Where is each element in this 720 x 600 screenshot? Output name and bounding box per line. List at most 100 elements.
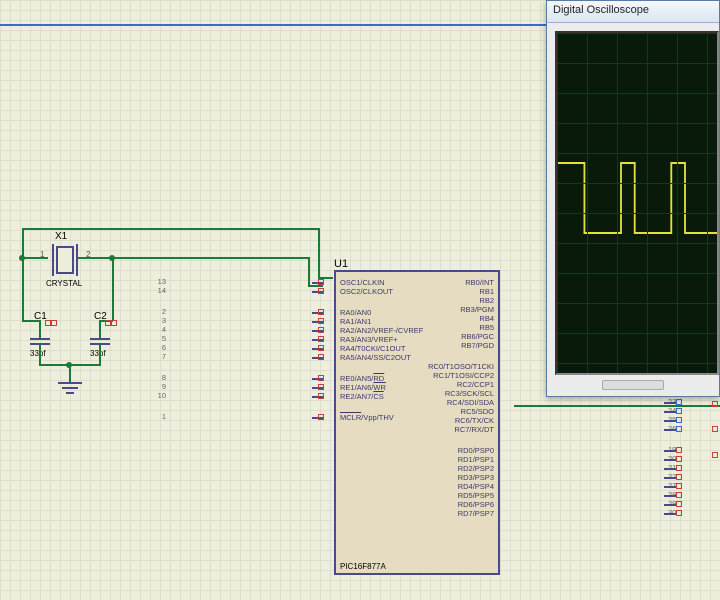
chip-pin-label: RD0/PSP0 <box>458 446 494 455</box>
wire <box>22 320 40 322</box>
chip-pin-label: RC2/CCP1 <box>457 380 494 389</box>
chip-pin-label: OSC1/CLKIN <box>340 278 385 287</box>
pin-marker <box>676 456 682 462</box>
crystal-type-label: CRYSTAL <box>46 279 82 288</box>
chip-pin-label: RA2/AN2/VREF-/CVREF <box>340 326 423 335</box>
chip-pin-stub <box>664 495 676 497</box>
chip-pin-stub <box>664 513 676 515</box>
chip-pin-stub <box>664 477 676 479</box>
ground-symbol[interactable] <box>55 382 85 394</box>
wire <box>39 344 41 364</box>
oscilloscope-window[interactable]: Digital Oscilloscope <box>546 0 720 397</box>
chip-pin-label: RD4/PSP4 <box>458 482 494 491</box>
chip-pin-label: RA0/AN0 <box>340 308 371 317</box>
chip-pin-label: RD5/PSP5 <box>458 491 494 500</box>
chip-pin-label: RC7/RX/DT <box>454 425 494 434</box>
oscilloscope-timebase-slider[interactable] <box>602 380 664 390</box>
chip-pin-number: 2 <box>162 307 166 316</box>
crystal-symbol[interactable] <box>56 246 74 274</box>
chip-pin-number: 7 <box>162 352 166 361</box>
pin-marker <box>676 426 682 432</box>
terminal-marker <box>712 452 718 458</box>
chip-pin-label: RB4 <box>479 314 494 323</box>
chip-pin-number: 14 <box>158 286 166 295</box>
ruler-line <box>0 24 546 26</box>
wire <box>514 405 720 407</box>
pin-marker <box>318 327 324 333</box>
pin-marker <box>318 393 324 399</box>
pin-marker <box>676 474 682 480</box>
chip-pin-label: RE1/AN6/WR <box>340 383 386 392</box>
chip-pin-label: RB2 <box>479 296 494 305</box>
chip-pin-number: 5 <box>162 334 166 343</box>
chip-pin-stub <box>664 504 676 506</box>
chip-pin-label: RB7/PGD <box>461 341 494 350</box>
chip-pin-label: OSC2/CLKOUT <box>340 287 393 296</box>
chip-pin-label: RC5/SDO <box>461 407 494 416</box>
pin-marker <box>318 375 324 381</box>
pin-marker <box>676 492 682 498</box>
chip-pin-stub <box>664 450 676 452</box>
chip-pin-label: RA1/AN1 <box>340 317 371 326</box>
chip-pin-stub <box>664 468 676 470</box>
chip-pin-label: RE2/AN7/CS <box>340 392 384 401</box>
chip-pin-stub <box>664 411 676 413</box>
pin-marker <box>318 279 324 285</box>
cap2-value: 33pf <box>90 349 106 358</box>
chip-pin-label: RD6/PSP6 <box>458 500 494 509</box>
terminal-marker <box>712 426 718 432</box>
wire <box>318 228 320 278</box>
pin-marker <box>318 354 324 360</box>
pin-marker <box>51 320 57 326</box>
chip-pin-label: RC4/SDI/SDA <box>447 398 494 407</box>
oscilloscope-screen[interactable] <box>555 31 719 375</box>
pin-marker <box>318 345 324 351</box>
chip-pin-stub <box>664 459 676 461</box>
wire-junction <box>19 255 25 261</box>
wire <box>308 285 323 287</box>
pin-marker <box>676 447 682 453</box>
chip-pin-number: 9 <box>162 382 166 391</box>
pin-marker <box>318 288 324 294</box>
chip-pin-label: MCLR/Vpp/THV <box>340 413 394 422</box>
chip-pin-label: RE0/AN5/RD <box>340 374 384 383</box>
chip-pin-label: RA5/AN4/SS/C2OUT <box>340 353 411 362</box>
pin-marker <box>318 318 324 324</box>
chip-ref: U1 <box>334 258 348 270</box>
pin-marker <box>111 320 117 326</box>
wire-junction <box>109 255 115 261</box>
pin-marker <box>318 414 324 420</box>
chip-pin-label: RB0/INT <box>465 278 494 287</box>
wire <box>99 344 101 364</box>
chip-pin-number: 3 <box>162 316 166 325</box>
chip-pin-label: RD2/PSP2 <box>458 464 494 473</box>
chip-u1[interactable]: PIC16F877A OSC1/CLKIN13OSC2/CLKOUT14RA0/… <box>334 270 500 575</box>
pin-marker <box>676 408 682 414</box>
chip-pin-label: RC1/T1OSI/CCP2 <box>433 371 494 380</box>
pin-marker <box>676 465 682 471</box>
cap1-value: 33pf <box>30 349 46 358</box>
wire <box>112 257 310 259</box>
pin-marker <box>676 483 682 489</box>
chip-pin-label: RD1/PSP1 <box>458 455 494 464</box>
pin-marker <box>676 510 682 516</box>
chip-pin-number: 6 <box>162 343 166 352</box>
crystal-ref: X1 <box>55 231 67 242</box>
chip-pin-label: RD3/PSP3 <box>458 473 494 482</box>
wire <box>22 257 48 259</box>
oscilloscope-title[interactable]: Digital Oscilloscope <box>547 1 719 23</box>
chip-pin-number: 4 <box>162 325 166 334</box>
chip-pin-label: RA3/AN3/VREF+ <box>340 335 398 344</box>
chip-pin-stub <box>664 486 676 488</box>
chip-pin-number: 10 <box>158 391 166 400</box>
chip-pin-label: RB3/PGM <box>460 305 494 314</box>
chip-part-number: PIC16F877A <box>340 562 386 571</box>
wire-junction <box>66 362 72 368</box>
chip-pin-stub <box>664 402 676 404</box>
chip-pin-label: RC3/SCK/SCL <box>445 389 494 398</box>
chip-pin-label: RA4/T0CKI/C1OUT <box>340 344 405 353</box>
pin-marker <box>318 384 324 390</box>
chip-pin-number: 1 <box>162 412 166 421</box>
wire <box>112 257 114 320</box>
chip-pin-label: RB6/PGC <box>461 332 494 341</box>
